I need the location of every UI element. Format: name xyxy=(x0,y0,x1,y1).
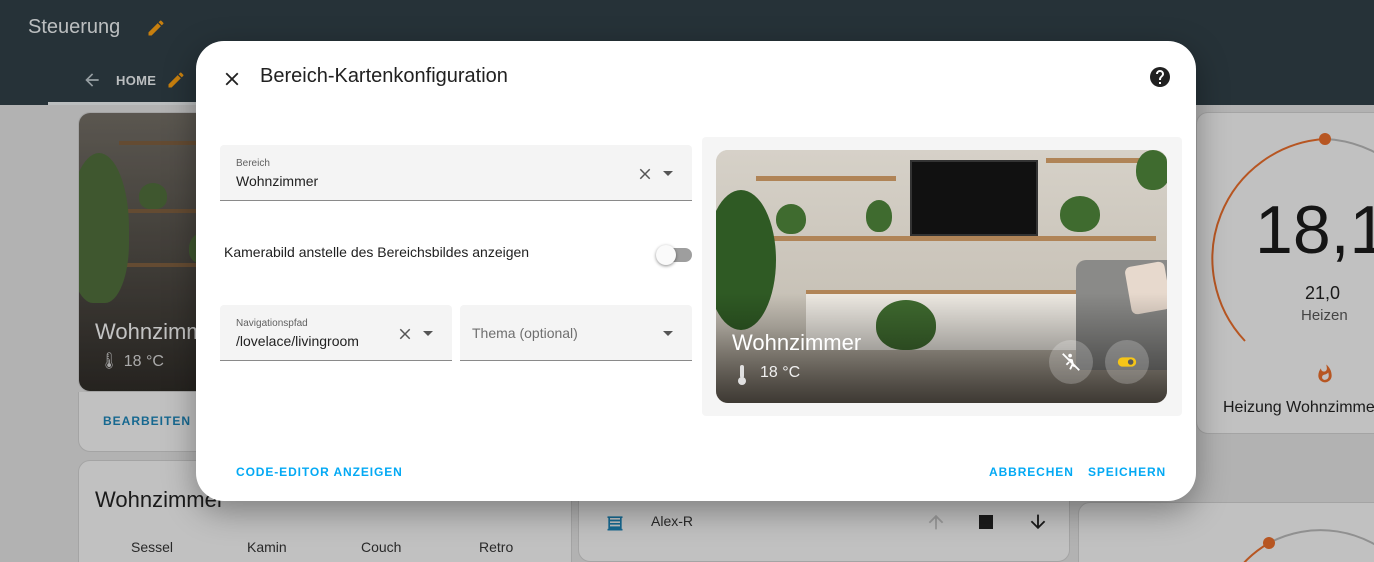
motion-sensor-off-icon xyxy=(1062,353,1080,371)
theme-select[interactable]: Thema (optional) xyxy=(460,305,692,361)
area-select-label: Bereich xyxy=(236,158,270,169)
close-dialog-button[interactable] xyxy=(218,65,246,93)
plant xyxy=(1060,196,1100,232)
motion-sensor-button[interactable] xyxy=(1049,340,1093,384)
toggle-thumb xyxy=(656,245,676,265)
tv xyxy=(910,160,1038,236)
plant xyxy=(866,200,892,232)
navigation-path-label: Navigationspfad xyxy=(236,318,308,329)
area-card-preview[interactable]: Wohnzimmer 18 °C xyxy=(716,150,1167,403)
plant xyxy=(1136,150,1167,190)
toggle-switch-icon xyxy=(1117,357,1137,367)
menu-down-icon[interactable] xyxy=(663,331,673,336)
shelf xyxy=(756,236,1156,241)
toggle-entity-button[interactable] xyxy=(1105,340,1149,384)
close-icon xyxy=(225,72,239,86)
card-preview: Wohnzimmer 18 °C xyxy=(702,137,1182,416)
camera-view-toggle[interactable] xyxy=(656,244,692,265)
save-button[interactable]: SPEICHERN xyxy=(1088,465,1166,479)
navigation-path-select[interactable]: Navigationspfad /lovelace/livingroom xyxy=(220,305,452,361)
theme-select-placeholder: Thema (optional) xyxy=(472,325,578,341)
area-select-value: Wohnzimmer xyxy=(236,173,319,189)
clear-icon[interactable] xyxy=(396,325,414,343)
show-code-editor-button[interactable]: CODE-EDITOR ANZEIGEN xyxy=(236,465,403,479)
area-select[interactable]: Bereich Wohnzimmer xyxy=(220,145,692,201)
preview-area-name: Wohnzimmer xyxy=(732,330,862,355)
navigation-path-value: /lovelace/livingroom xyxy=(236,333,359,349)
cancel-button[interactable]: ABBRECHEN xyxy=(989,465,1074,479)
thermometer-icon xyxy=(738,365,746,385)
help-circle-icon[interactable] xyxy=(1148,65,1172,89)
plant xyxy=(776,204,806,234)
menu-down-icon[interactable] xyxy=(423,331,433,336)
shelf xyxy=(756,176,896,181)
menu-down-icon[interactable] xyxy=(663,171,673,176)
preview-temp: 18 °C xyxy=(760,364,801,381)
dialog-title: Bereich-Kartenkonfiguration xyxy=(260,65,508,87)
shelf xyxy=(1046,158,1146,163)
clear-icon[interactable] xyxy=(636,165,654,183)
card-config-dialog: Bereich-Kartenkonfiguration Bereich Wohn… xyxy=(196,41,1196,501)
camera-switch-label: Kamerabild anstelle des Bereichsbildes a… xyxy=(224,244,530,260)
